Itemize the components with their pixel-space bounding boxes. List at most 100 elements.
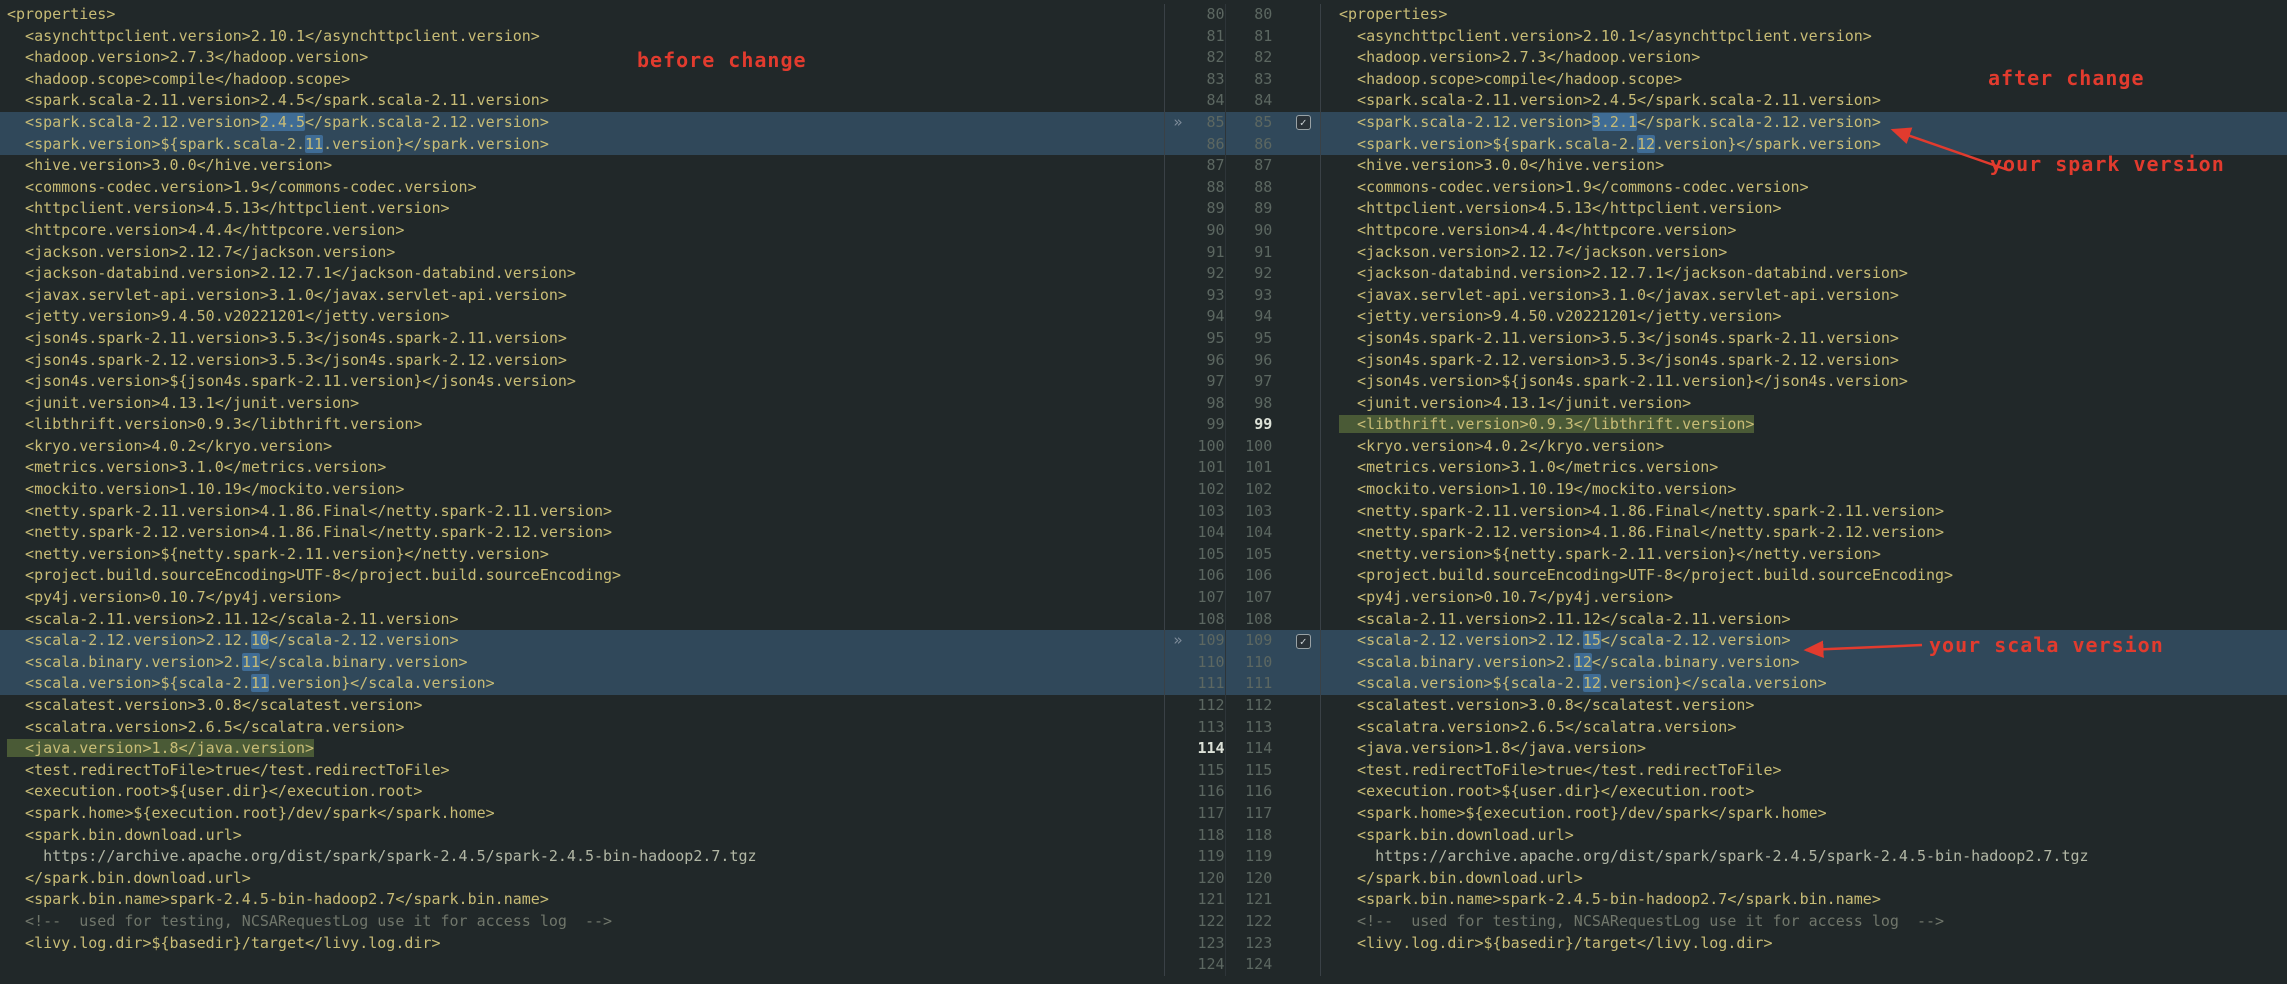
right-pane-line[interactable]: <!-- used for testing, NCSARequestLog us… xyxy=(1320,910,2287,933)
right-pane-line[interactable]: <netty.spark-2.11.version>4.1.86.Final</… xyxy=(1320,500,2287,523)
left-pane-line[interactable]: <metrics.version>3.1.0</metrics.version> xyxy=(0,457,1164,479)
left-pane-line[interactable]: <scala-2.11.version>2.11.12</scala-2.11.… xyxy=(0,609,1164,631)
left-pane-line[interactable]: <mockito.version>1.10.19</mockito.versio… xyxy=(0,479,1164,501)
checkbox-cell xyxy=(1286,781,1320,803)
left-pane-line[interactable]: <json4s.spark-2.11.version>3.5.3</json4s… xyxy=(0,328,1164,350)
left-pane-line[interactable]: <netty.spark-2.12.version>4.1.86.Final</… xyxy=(0,522,1164,544)
code-text: <jackson-databind.version>2.12.7.1</jack… xyxy=(7,264,576,283)
left-pane-line[interactable]: https://archive.apache.org/dist/spark/sp… xyxy=(0,846,1164,868)
right-pane-line[interactable]: <junit.version>4.13.1</junit.version> xyxy=(1320,392,2287,415)
left-pane-line[interactable]: <spark.bin.download.url> xyxy=(0,825,1164,847)
right-pane-line[interactable]: </spark.bin.download.url> xyxy=(1320,867,2287,890)
diff-row-102: <mockito.version>1.10.19</mockito.versio… xyxy=(0,479,2287,501)
left-pane-line[interactable]: <javax.servlet-api.version>3.1.0</javax.… xyxy=(0,285,1164,307)
left-pane-line[interactable]: <libthrift.version>0.9.3</libthrift.vers… xyxy=(0,414,1164,436)
left-pane-line[interactable]: <json4s.spark-2.12.version>3.5.3</json4s… xyxy=(0,350,1164,372)
left-pane-line[interactable]: <hadoop.scope>compile</hadoop.scope> xyxy=(0,69,1164,91)
left-pane-line[interactable]: <py4j.version>0.10.7</py4j.version> xyxy=(0,587,1164,609)
left-pane-line[interactable]: <spark.bin.name>spark-2.4.5-bin-hadoop2.… xyxy=(0,889,1164,911)
code-text: <java.version>1.8</java.version> xyxy=(1339,739,1647,758)
right-pane-line[interactable]: <commons-codec.version>1.9</commons-code… xyxy=(1320,176,2287,199)
diff-gutter: 81 81 xyxy=(1164,25,1320,48)
left-pane-line[interactable]: <spark.version>${spark.scala-2.11.versio… xyxy=(0,134,1164,156)
left-pane-line[interactable]: <properties> xyxy=(0,4,1164,26)
right-pane-line[interactable]: <execution.root>${user.dir}</execution.r… xyxy=(1320,781,2287,803)
left-pane-line[interactable]: <netty.version>${netty.spark-2.11.versio… xyxy=(0,544,1164,566)
left-pane-line[interactable]: <jackson-databind.version>2.12.7.1</jack… xyxy=(0,263,1164,285)
hunk-chevron-icon xyxy=(1165,198,1191,220)
left-pane-line[interactable]: <java.version>1.8</java.version> xyxy=(0,738,1164,760)
left-pane-line[interactable]: <scala-2.12.version>2.12.10</scala-2.12.… xyxy=(0,630,1164,652)
left-line-number: 108 xyxy=(1197,609,1225,628)
left-pane-line[interactable]: </spark.bin.download.url> xyxy=(0,868,1164,890)
right-pane-line[interactable]: <spark.home>${execution.root}/dev/spark<… xyxy=(1320,802,2287,825)
left-pane-line[interactable]: <junit.version>4.13.1</junit.version> xyxy=(0,393,1164,415)
left-pane-line[interactable]: <execution.root>${user.dir}</execution.r… xyxy=(0,781,1164,803)
right-pane-line[interactable]: <javax.servlet-api.version>3.1.0</javax.… xyxy=(1320,284,2287,307)
right-pane-line[interactable]: <spark.bin.download.url> xyxy=(1320,824,2287,847)
right-pane-line[interactable]: <mockito.version>1.10.19</mockito.versio… xyxy=(1320,479,2287,501)
right-pane-line[interactable]: <spark.bin.name>spark-2.4.5-bin-hadoop2.… xyxy=(1320,889,2287,911)
right-pane-line[interactable]: <scala-2.11.version>2.11.12</scala-2.11.… xyxy=(1320,608,2287,631)
right-pane-line[interactable]: <spark.scala-2.11.version>2.4.5</spark.s… xyxy=(1320,90,2287,112)
left-pane-line[interactable]: <!-- used for testing, NCSARequestLog us… xyxy=(0,911,1164,933)
left-pane-line[interactable]: <livy.log.dir>${basedir}/target</livy.lo… xyxy=(0,933,1164,955)
right-pane-line[interactable]: <java.version>1.8</java.version> xyxy=(1320,738,2287,760)
right-pane-line[interactable]: <libthrift.version>0.9.3</libthrift.vers… xyxy=(1320,414,2287,436)
right-pane-line[interactable]: <properties> xyxy=(1320,4,2287,26)
left-pane-line[interactable]: <scala.version>${scala-2.11.version}</sc… xyxy=(0,673,1164,695)
right-pane-line[interactable]: <netty.version>${netty.spark-2.11.versio… xyxy=(1320,543,2287,566)
left-pane-line[interactable]: <spark.scala-2.11.version>2.4.5</spark.s… xyxy=(0,90,1164,112)
right-pane-line[interactable]: <httpcore.version>4.4.4</httpcore.versio… xyxy=(1320,219,2287,242)
left-pane-line[interactable]: <asynchttpclient.version>2.10.1</asyncht… xyxy=(0,26,1164,48)
right-pane-line[interactable] xyxy=(1320,954,2287,976)
apply-change-checkbox[interactable]: ✓ xyxy=(1295,115,1311,131)
left-pane-line[interactable]: <jackson.version>2.12.7</jackson.version… xyxy=(0,242,1164,264)
right-pane-line[interactable]: <project.build.sourceEncoding>UTF-8</pro… xyxy=(1320,565,2287,588)
apply-change-checkbox[interactable]: ✓ xyxy=(1295,633,1311,649)
left-line-number: 116 xyxy=(1197,782,1225,801)
right-pane-line[interactable]: <jackson.version>2.12.7</jackson.version… xyxy=(1320,241,2287,264)
left-pane-line[interactable]: <json4s.version>${json4s.spark-2.11.vers… xyxy=(0,371,1164,393)
right-pane-line[interactable]: <livy.log.dir>${basedir}/target</livy.lo… xyxy=(1320,932,2287,955)
left-line-number: 103 xyxy=(1197,501,1225,520)
right-pane-line[interactable]: <json4s.version>${json4s.spark-2.11.vers… xyxy=(1320,371,2287,393)
right-pane-line[interactable]: <httpclient.version>4.5.13</httpclient.v… xyxy=(1320,198,2287,220)
left-pane-line[interactable]: <spark.scala-2.12.version>2.4.5</spark.s… xyxy=(0,112,1164,134)
left-pane-line[interactable]: <scalatra.version>2.6.5</scalatra.versio… xyxy=(0,717,1164,739)
right-pane-line[interactable]: <jetty.version>9.4.50.v20221201</jetty.v… xyxy=(1320,306,2287,328)
right-pane-line[interactable]: <metrics.version>3.1.0</metrics.version> xyxy=(1320,457,2287,480)
right-pane-line[interactable]: <py4j.version>0.10.7</py4j.version> xyxy=(1320,587,2287,609)
left-pane-line[interactable]: <scala.binary.version>2.11</scala.binary… xyxy=(0,652,1164,674)
left-pane-line[interactable]: <hadoop.version>2.7.3</hadoop.version> xyxy=(0,47,1164,69)
left-pane-line[interactable]: <kryo.version>4.0.2</kryo.version> xyxy=(0,436,1164,458)
right-pane-line[interactable]: <kryo.version>4.0.2</kryo.version> xyxy=(1320,435,2287,458)
code-text: <py4j.version>0.10.7</py4j.version> xyxy=(1339,588,1674,607)
hunk-chevron-icon[interactable]: » xyxy=(1165,112,1191,134)
right-pane-line[interactable]: <spark.scala-2.12.version>3.2.1</spark.s… xyxy=(1320,111,2287,134)
left-pane-line[interactable]: <project.build.sourceEncoding>UTF-8</pro… xyxy=(0,565,1164,587)
right-pane-line[interactable]: <netty.spark-2.12.version>4.1.86.Final</… xyxy=(1320,522,2287,544)
left-pane-line[interactable]: <httpclient.version>4.5.13</httpclient.v… xyxy=(0,198,1164,220)
right-pane-line[interactable]: <json4s.spark-2.12.version>3.5.3</json4s… xyxy=(1320,349,2287,372)
right-pane-line[interactable]: <scalatra.version>2.6.5</scalatra.versio… xyxy=(1320,716,2287,739)
right-pane-line[interactable]: <scalatest.version>3.0.8</scalatest.vers… xyxy=(1320,695,2287,717)
right-pane-line[interactable]: <json4s.spark-2.11.version>3.5.3</json4s… xyxy=(1320,327,2287,350)
right-pane-line[interactable]: <asynchttpclient.version>2.10.1</asyncht… xyxy=(1320,25,2287,48)
left-pane-line[interactable]: <test.redirectToFile>true</test.redirect… xyxy=(0,760,1164,782)
right-pane-line[interactable]: <test.redirectToFile>true</test.redirect… xyxy=(1320,759,2287,782)
left-pane-line[interactable] xyxy=(0,954,1164,976)
right-pane-line[interactable]: https://archive.apache.org/dist/spark/sp… xyxy=(1320,846,2287,868)
right-pane-line[interactable]: <jackson-databind.version>2.12.7.1</jack… xyxy=(1320,263,2287,285)
left-pane-line[interactable]: <netty.spark-2.11.version>4.1.86.Final</… xyxy=(0,501,1164,523)
right-pane-line[interactable]: <scala.version>${scala-2.12.version}</sc… xyxy=(1320,673,2287,695)
checkbox-cell xyxy=(1286,90,1320,112)
left-pane-line[interactable]: <spark.home>${execution.root}/dev/spark<… xyxy=(0,803,1164,825)
left-pane-line[interactable]: <httpcore.version>4.4.4</httpcore.versio… xyxy=(0,220,1164,242)
left-pane-line[interactable]: <commons-codec.version>1.9</commons-code… xyxy=(0,177,1164,199)
hunk-chevron-icon[interactable]: » xyxy=(1165,630,1191,652)
left-pane-line[interactable]: <jetty.version>9.4.50.v20221201</jetty.v… xyxy=(0,306,1164,328)
left-pane-line[interactable]: <scalatest.version>3.0.8</scalatest.vers… xyxy=(0,695,1164,717)
checkbox-cell xyxy=(1286,954,1320,976)
left-pane-line[interactable]: <hive.version>3.0.0</hive.version> xyxy=(0,155,1164,177)
